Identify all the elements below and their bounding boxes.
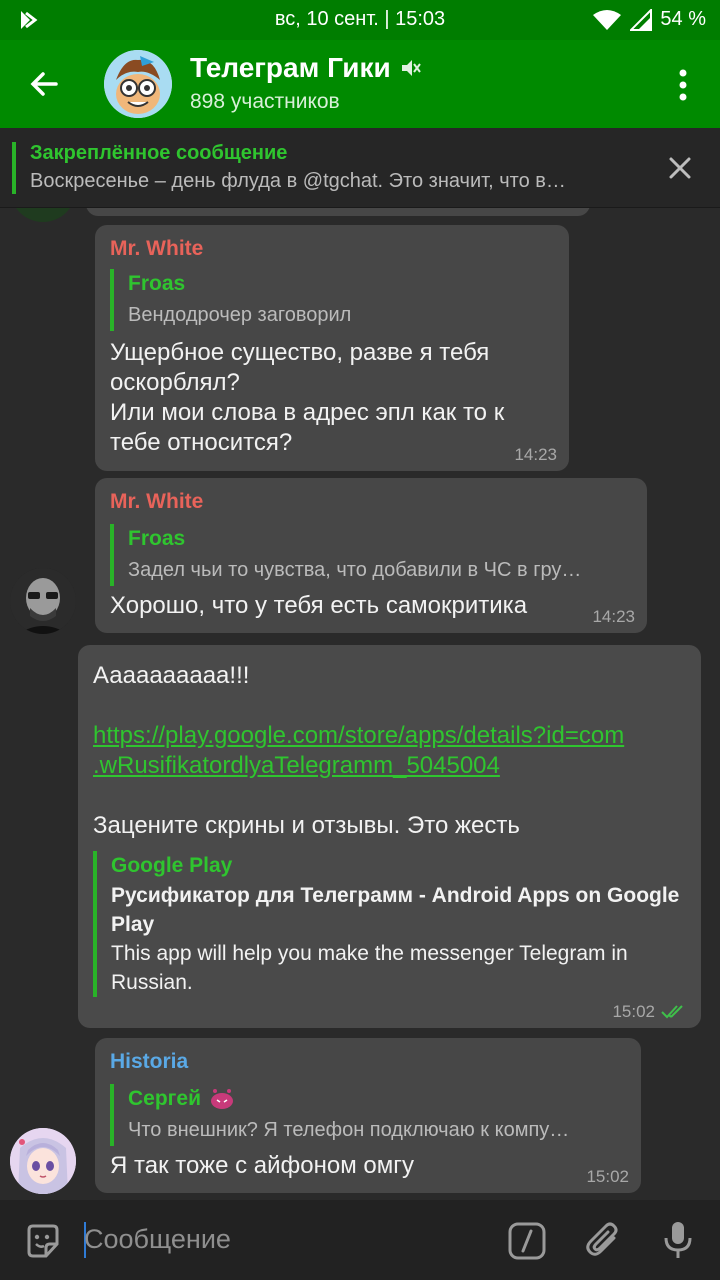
chat-title: Телеграм Гики bbox=[190, 52, 391, 83]
message-bubble-partial bbox=[86, 208, 590, 216]
wifi-icon bbox=[593, 9, 622, 30]
battery-level: 54 % bbox=[660, 8, 706, 30]
message-bubble[interactable]: Historia Сергей Что внешник? Я телефон п… bbox=[95, 1038, 641, 1193]
message-text-line: Или мои слова в адрес эпл как то к bbox=[110, 399, 505, 426]
link-preview[interactable]: Google Play Русификатор для Телеграмм - … bbox=[93, 851, 693, 997]
chat-header: Телеграм Гики 898 участников bbox=[0, 40, 720, 128]
reply-quote[interactable]: Froas Вендодрочер заговорил bbox=[110, 269, 550, 331]
back-arrow-icon[interactable] bbox=[26, 66, 62, 102]
status-right-group: 54 % bbox=[592, 8, 706, 31]
group-avatar[interactable] bbox=[104, 50, 172, 118]
message-sender[interactable]: Historia bbox=[110, 1050, 188, 1074]
chat-title-row: Телеграм Гики bbox=[190, 52, 421, 84]
message-time-text: 15:02 bbox=[612, 1002, 655, 1021]
preview-description: This app will help you make the messenge… bbox=[111, 939, 693, 997]
attach-icon[interactable] bbox=[584, 1220, 624, 1260]
message-input[interactable]: Сообщение bbox=[84, 1224, 231, 1255]
message-text-line: оскорблял? bbox=[110, 369, 240, 396]
message-input-bar: Сообщение bbox=[0, 1200, 720, 1280]
close-icon[interactable] bbox=[664, 152, 696, 184]
message-text-line: Аааааааааа!!! bbox=[93, 662, 250, 689]
muted-icon bbox=[401, 60, 421, 76]
message-text: Я так тоже с айфоном омгу bbox=[110, 1152, 414, 1179]
preview-desc-line: Russian. bbox=[111, 971, 193, 994]
reply-name-row: Сергей bbox=[128, 1084, 626, 1114]
message-list[interactable]: Mr. White Froas Вендодрочер заговорил Ущ… bbox=[0, 208, 720, 1200]
reply-text: Задел чьи то чувства, что добавили в ЧС … bbox=[128, 559, 582, 581]
status-bar: вс, 10 сент. | 15:03 54 % bbox=[0, 0, 720, 40]
message-link[interactable]: https://play.google.com/store/apps/detai… bbox=[93, 721, 693, 781]
link-line[interactable]: .wRusifikatordlyaTelegramm_5045004 bbox=[93, 751, 693, 781]
message-bubble-outgoing[interactable]: Аааааааааа!!! https://play.google.com/st… bbox=[78, 645, 701, 1028]
avatar-partial bbox=[10, 208, 76, 222]
preview-desc-line: This app will help you make the messenge… bbox=[111, 942, 628, 965]
reply-text: Что внешник? Я телефон подключаю к компу… bbox=[128, 1119, 570, 1141]
signal-icon bbox=[630, 8, 653, 31]
reply-text: Вендодрочер заговорил bbox=[128, 304, 352, 326]
message-sender[interactable]: Mr. White bbox=[110, 237, 203, 261]
preview-title-line: Play bbox=[111, 913, 155, 936]
message-text: Хорошо, что у тебя есть самокритика bbox=[110, 592, 528, 619]
message-time: 15:02 bbox=[586, 1167, 629, 1186]
message-sender[interactable]: Mr. White bbox=[110, 490, 203, 514]
preview-site: Google Play bbox=[111, 854, 233, 877]
emoji-icon bbox=[211, 1089, 234, 1109]
preview-title-line: Русификатор для Телеграмм - Android Apps… bbox=[111, 884, 680, 907]
reply-name: Сергей bbox=[128, 1087, 202, 1110]
avatar[interactable] bbox=[10, 1128, 76, 1194]
reply-name: Froas bbox=[128, 527, 186, 550]
pinned-text: Воскресенье – день флуда в @tgchat. Это … bbox=[30, 170, 566, 192]
message-bubble[interactable]: Mr. White Froas Задел чьи то чувства, чт… bbox=[95, 478, 647, 633]
message-text-line: тебе относится? bbox=[110, 429, 293, 456]
pinned-title: Закреплённое сообщение bbox=[30, 142, 288, 164]
preview-title: Русификатор для Телеграмм - Android Apps… bbox=[111, 881, 693, 939]
pinned-message-bar[interactable]: Закреплённое сообщение Воскресенье – ден… bbox=[0, 128, 720, 208]
geek-avatar-icon bbox=[104, 50, 172, 118]
message-bubble[interactable]: Mr. White Froas Вендодрочер заговорил Ущ… bbox=[95, 225, 569, 471]
link-line[interactable]: https://play.google.com/store/apps/detai… bbox=[93, 721, 693, 751]
microphone-icon[interactable] bbox=[662, 1220, 694, 1260]
more-menu-icon[interactable] bbox=[668, 68, 698, 102]
sticker-emoji-icon[interactable] bbox=[24, 1222, 62, 1260]
pinned-accent-bar bbox=[12, 142, 16, 194]
message-time: 14:23 bbox=[514, 445, 557, 464]
anime-avatar-icon bbox=[10, 1128, 76, 1194]
message-text-line: Зацените скрины и отзывы. Это жесть bbox=[93, 812, 520, 839]
avatar[interactable] bbox=[10, 568, 76, 634]
message-time: 14:23 bbox=[592, 607, 635, 626]
message-text: Ущербное существо, разве я тебя оскорбля… bbox=[110, 338, 560, 458]
message-text-line: Ущербное существо, разве я тебя bbox=[110, 339, 490, 366]
reply-quote[interactable]: Сергей Что внешник? Я телефон подключаю … bbox=[110, 1084, 626, 1146]
message-time: 15:02 bbox=[612, 1002, 689, 1022]
message-text: Аааааааааа!!! https://play.google.com/st… bbox=[93, 661, 693, 841]
read-checkmarks-icon bbox=[661, 1005, 683, 1019]
bot-command-icon[interactable] bbox=[508, 1222, 546, 1260]
reply-name: Froas bbox=[128, 272, 186, 295]
reply-quote[interactable]: Froas Задел чьи то чувства, что добавили… bbox=[110, 524, 632, 586]
user-photo-icon bbox=[10, 568, 76, 634]
member-count: 898 участников bbox=[190, 90, 340, 113]
